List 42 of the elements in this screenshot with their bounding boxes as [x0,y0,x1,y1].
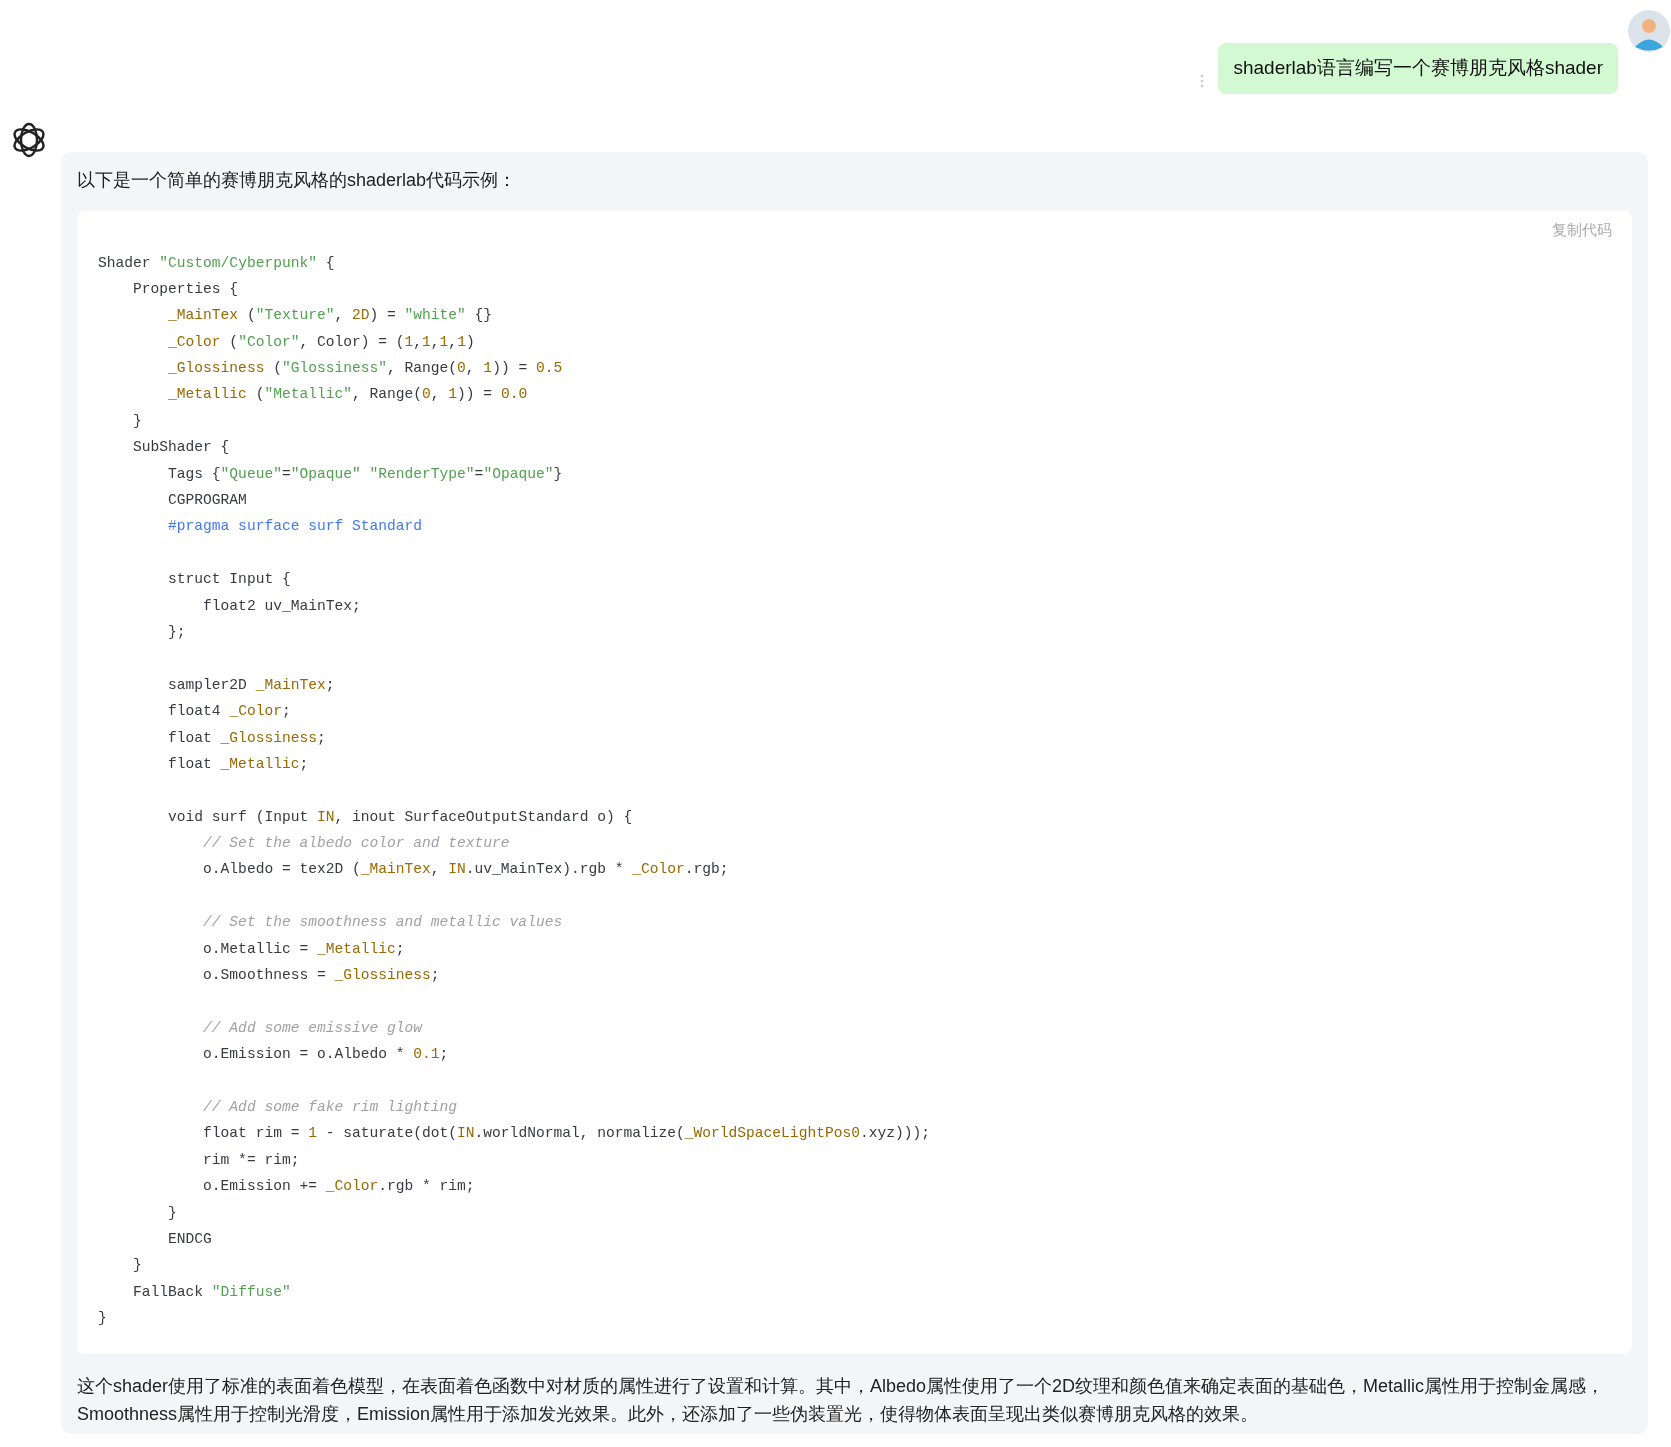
code-line: CGPROGRAM [167,491,247,510]
reply-summary: 这个shader使用了标准的表面着色模型，在表面着色函数中对材质的属性进行了设置和计算。其中，Albedo属性使用了一个2D纹理和颜色值来确定表面的基础色，Metallic属性用于控制金属感，Smoothness属性用于控制光滑度，Emission属性用于添加发光效果。此外，还添加了一些伪装置光，使得物体表面呈现出类似赛博朋克风格的效果。 [77,1374,1606,1426]
code-line: void surf (Input IN, inout SurfaceOutputStandard o) { [167,807,633,827]
code-line: float2 uv_MainTex; [202,596,361,616]
code-line: o.Emission = o.Albedo * 0.1; [202,1045,449,1065]
knot-logo-icon [10,121,48,159]
code-line: o.Emission += _Color.rgb * rim; [202,1177,475,1197]
code-line: Tags {"Queue"="Opaque" "RenderType"="Opaque"} [167,464,563,484]
code-line: o.Albedo = tex2D (_MainTex, IN.uv_MainTex).rgb * _Color.rgb; [202,860,729,880]
code-line: }; [167,622,186,642]
code-line: _MainTex ("Texture", 2D) = "white" {} [167,306,493,326]
code-line: float _Glossiness; [167,728,326,748]
copy-code-button[interactable]: 复制代码 [1552,219,1612,242]
code-line: FallBack "Diffuse" [132,1282,291,1302]
avatar-icon [1628,10,1670,52]
code-line: // Set the smoothness and metallic values [202,913,563,933]
code-line: SubShader { [132,438,230,458]
code-line: float _Metallic; [167,754,309,774]
code-line: } [132,411,142,431]
code-line: o.Smoothness = _Glossiness; [202,966,440,986]
code-line: } [167,1203,177,1223]
more-icon[interactable] [1200,73,1205,88]
code-line: Properties { [132,279,239,299]
code-line: } [98,1309,107,1329]
code-line: Shader "Custom/Cyberpunk" { [98,253,335,273]
code-line: // Set the albedo color and texture [202,834,510,854]
code-line: sampler2D _MainTex; [167,675,335,695]
code-line: _Glossiness ("Glossiness", Range(0, 1)) = 0.5 [167,359,563,379]
code-line: struct Input { [167,570,291,590]
reply-intro: 以下是一个简单的赛博朋克风格的shaderlab代码示例： [77,169,517,192]
code-line: float4 _Color; [167,702,291,722]
code-line: // Add some fake rim lighting [202,1098,458,1117]
code-line: rim *= rim; [202,1150,300,1170]
code-line: } [132,1256,142,1276]
code-line: // Add some emissive glow [202,1018,423,1038]
code-line: _Color ("Color", Color) = (1,1,1,1) [167,332,475,352]
code-line: o.Metallic = _Metallic; [202,939,405,959]
user-message: shaderlab语言编写一个赛博朋克风格shader [1218,43,1618,94]
code-line: ENDCG [167,1229,212,1249]
code-line: float rim = 1 - saturate(dot(IN.worldNormal, normalize(_WorldSpaceLightPos0.xyz))); [202,1124,930,1144]
code-line: #pragma surface surf Standard [167,517,423,537]
code-line: _Metallic ("Metallic", Range(0, 1)) = 0.0 [167,385,528,405]
